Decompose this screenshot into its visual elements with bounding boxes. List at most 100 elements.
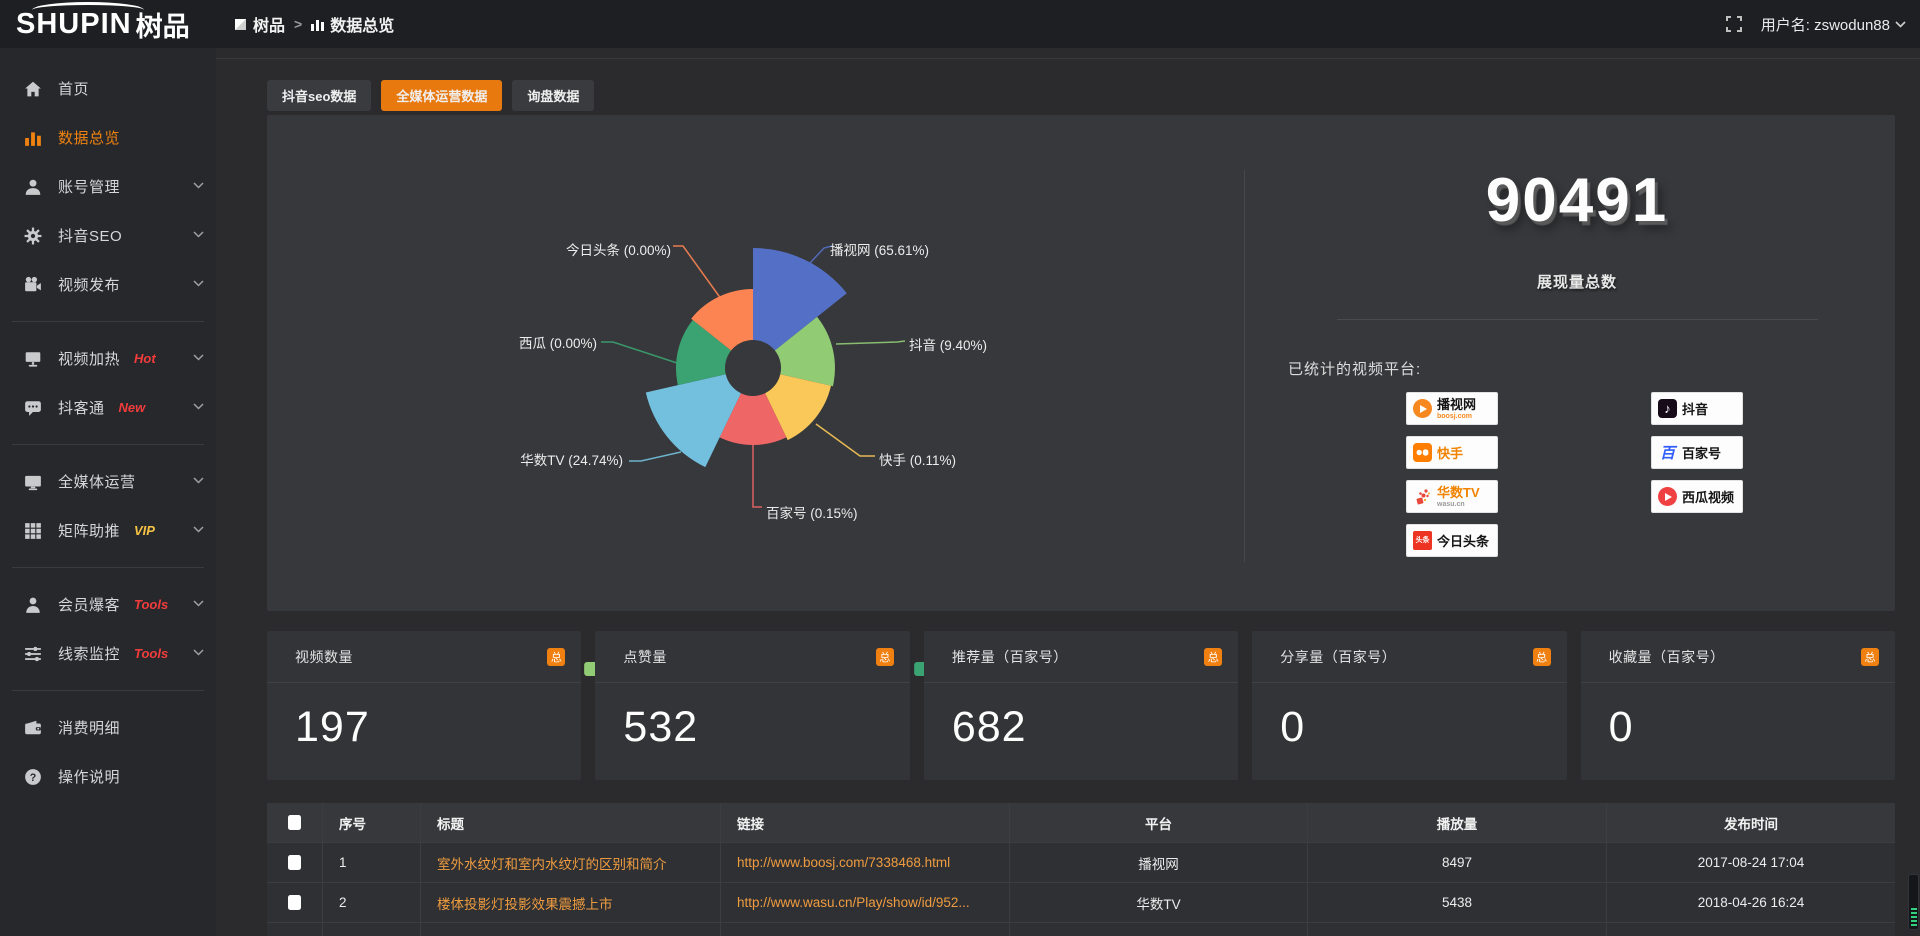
videos-table: 序号 标题 链接 平台 播放量 发布时间 1 室外水纹灯和室内水纹灯的区别和简介… (267, 803, 1895, 936)
callout-line (753, 445, 762, 507)
fullscreen-icon[interactable] (1725, 15, 1743, 33)
chevron-down-icon (193, 526, 204, 533)
tools-tag: Tools (134, 646, 168, 661)
platform-badge-wasu: 华数TVwasu.cn (1406, 480, 1498, 513)
row-checkbox[interactable] (288, 855, 301, 870)
gear-icon (24, 227, 42, 245)
pie-label: 快手 (0.11%) (879, 449, 956, 469)
sidebar-item-label: 全媒体运营 (58, 471, 136, 492)
douyin-glyph: ♪ (1664, 401, 1671, 416)
bar-chart-icon (24, 129, 42, 147)
pie-label: 华数TV (24.74%) (520, 449, 623, 469)
stat-card-shares: 分享量（百家号）总 0 (1252, 631, 1566, 780)
douyin-note-icon: ♪ (1658, 399, 1677, 418)
video-title-link[interactable]: 室外水纹灯和室内水纹灯的区别和简介 (437, 853, 667, 873)
sidebar-item-douyin-seo[interactable]: 抖音SEO (0, 211, 216, 260)
chevron-down-icon (193, 600, 204, 607)
chevron-down-icon (193, 280, 204, 287)
user-menu[interactable]: 用户名: zswodun88 (1761, 14, 1906, 35)
topbar: SHUPIN 树品 树品 > 数据总览 用户名: zswodun88 (0, 0, 1920, 48)
sidebar-item-label: 会员爆客 (58, 594, 120, 615)
sidebar-item-member-burst[interactable]: 会员爆客 Tools (0, 580, 216, 629)
pie-label: 百家号 (0.15%) (766, 502, 858, 522)
tab-omni-media-data[interactable]: 全媒体运营数据 (381, 80, 502, 111)
sidebar-item-lead-monitor[interactable]: 线索监控 Tools (0, 629, 216, 678)
video-camera-icon (24, 276, 42, 294)
total-badge[interactable]: 总 (876, 648, 894, 666)
platform-badge-boosj: 播视网boosj.com (1406, 392, 1498, 425)
sidebar-item-label: 首页 (58, 78, 89, 99)
stat-card-value: 532 (595, 683, 909, 752)
total-badge[interactable]: 总 (1861, 648, 1879, 666)
video-url-link[interactable]: http://www.boosj.com/7338468.html (737, 855, 950, 870)
sidebar-item-help[interactable]: ? 操作说明 (0, 752, 216, 801)
total-badge[interactable]: 总 (547, 648, 565, 666)
callout-line (601, 342, 677, 363)
pie-label: 今日头条 (0.00%) (566, 239, 671, 259)
cell-platform: 华数TV (1010, 883, 1308, 922)
chart-panel: 播视网 (65.61%) 抖音 (9.40%) 快手 (0.11%) 百家号 (… (267, 115, 1895, 611)
stat-card-value: 0 (1581, 683, 1895, 752)
callout-line (629, 452, 681, 461)
sidebar-item-video-heat[interactable]: 视频加热 Hot (0, 334, 216, 383)
user-icon (24, 178, 42, 196)
sidebar-item-matrix-boost[interactable]: 矩阵助推 VIP (0, 506, 216, 555)
dashboard-icon (234, 18, 247, 31)
main-content: 抖音seo数据 全媒体运营数据 询盘数据 播视网 (65.61%) 抖音 (9.… (216, 48, 1920, 936)
platform-name: 快手 (1437, 443, 1463, 462)
cell-index: 2 (323, 883, 421, 922)
breadcrumb-current-label: 数据总览 (330, 12, 394, 36)
platform-badge-xigua: 西瓜视频 (1651, 480, 1743, 513)
stat-card-value: 0 (1252, 683, 1566, 752)
pie-label: 抖音 (9.40%) (909, 334, 987, 354)
impressions-total-value: 90491 (1317, 165, 1837, 236)
platform-sub: boosj.com (1437, 413, 1476, 420)
total-badge[interactable]: 总 (1204, 648, 1222, 666)
breadcrumb-home-label: 树品 (253, 12, 285, 36)
scroll-indicator-widget[interactable] (1908, 874, 1919, 930)
row-checkbox[interactable] (288, 895, 301, 910)
callout-line (673, 246, 724, 303)
select-all-checkbox[interactable] (288, 815, 301, 830)
sidebar-item-doukuotong[interactable]: 抖客通 New (0, 383, 216, 432)
pie-label: 西瓜 (0.00%) (519, 332, 597, 352)
sidebar-item-home[interactable]: 首页 (0, 64, 216, 113)
col-header-time: 发布时间 (1607, 803, 1895, 842)
app-root: SHUPIN 树品 树品 > 数据总览 用户名: zswodun88 (0, 0, 1920, 936)
bar-chart-icon (311, 18, 324, 31)
boosj-play-icon (1413, 399, 1432, 418)
stat-card-label: 收藏量（百家号） (1609, 647, 1725, 667)
tab-inquiry-data[interactable]: 询盘数据 (512, 80, 594, 111)
sidebar-item-data-overview[interactable]: 数据总览 (0, 113, 216, 162)
chevron-down-icon (193, 354, 204, 361)
video-url-link[interactable]: http://www.wasu.cn/Play/show/id/952... (737, 895, 970, 910)
sidebar-item-label: 消费明细 (58, 717, 120, 738)
callout-line (816, 424, 875, 456)
total-badge[interactable]: 总 (1533, 648, 1551, 666)
sidebar-item-spend-detail[interactable]: 消费明细 (0, 703, 216, 752)
breadcrumb-home[interactable]: 树品 (234, 12, 285, 36)
breadcrumb: 树品 > 数据总览 (234, 12, 394, 36)
sidebar-item-account[interactable]: 账号管理 (0, 162, 216, 211)
pie-slice-华数TV[interactable] (646, 374, 741, 467)
sidebar-item-label: 账号管理 (58, 176, 120, 197)
chevron-down-icon (193, 477, 204, 484)
chevron-down-icon (193, 231, 204, 238)
sidebar-item-label: 视频加热 (58, 348, 120, 369)
sliders-icon (24, 645, 42, 663)
platform-badge-kuaishou: 快手 (1406, 436, 1498, 469)
col-header-link: 链接 (721, 803, 1010, 842)
screen-icon (24, 473, 42, 491)
sidebar-item-omni-media[interactable]: 全媒体运营 (0, 457, 216, 506)
sidebar-item-label: 线索监控 (58, 643, 120, 664)
sidebar-item-video-publish[interactable]: 视频发布 (0, 260, 216, 309)
video-title-link[interactable]: 楼体投影灯投影效果震撼上市 (437, 893, 613, 913)
tab-douyin-seo-data[interactable]: 抖音seo数据 (267, 80, 371, 111)
home-icon (24, 80, 42, 98)
sidebar-divider (12, 444, 204, 445)
stat-card-favorites: 收藏量（百家号） 总 0 (1581, 631, 1895, 780)
pie-label: 播视网 (65.61%) (830, 239, 929, 259)
breadcrumb-current[interactable]: 数据总览 (311, 12, 394, 36)
col-header-index: 序号 (323, 803, 421, 842)
cell-time: 2018-04-26 16:24 (1607, 883, 1895, 922)
